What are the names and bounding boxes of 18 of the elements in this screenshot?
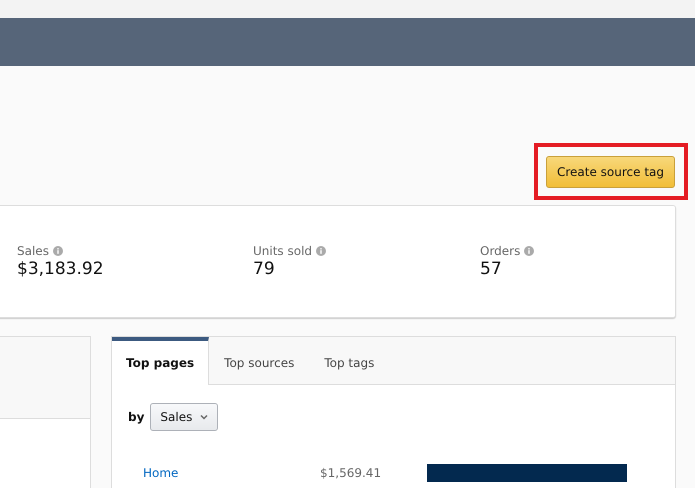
metric-label: Units sold [253, 244, 312, 258]
caret-icon [200, 414, 208, 420]
metric-value: $3,183.92 [17, 259, 105, 279]
sort-label: by [128, 410, 144, 424]
sort-dropdown[interactable]: Sales [150, 403, 218, 431]
page-link[interactable]: Home [143, 466, 320, 480]
tab[interactable]: Top pages [112, 337, 210, 385]
metric-value: 57 [480, 259, 503, 279]
metric-label: Orders [480, 244, 520, 258]
info-icon[interactable] [316, 246, 326, 256]
tab[interactable]: Top tags [309, 337, 390, 384]
info-icon[interactable] [52, 246, 63, 256]
metric-value: 79 [253, 259, 276, 279]
info-icon[interactable] [524, 246, 534, 256]
metric-label: Sales [17, 244, 49, 258]
tab[interactable]: Top sources [209, 337, 310, 384]
sales-amount: $1,569.41 [320, 466, 382, 480]
create-source-tag-button[interactable]: Create source tag [546, 156, 675, 188]
